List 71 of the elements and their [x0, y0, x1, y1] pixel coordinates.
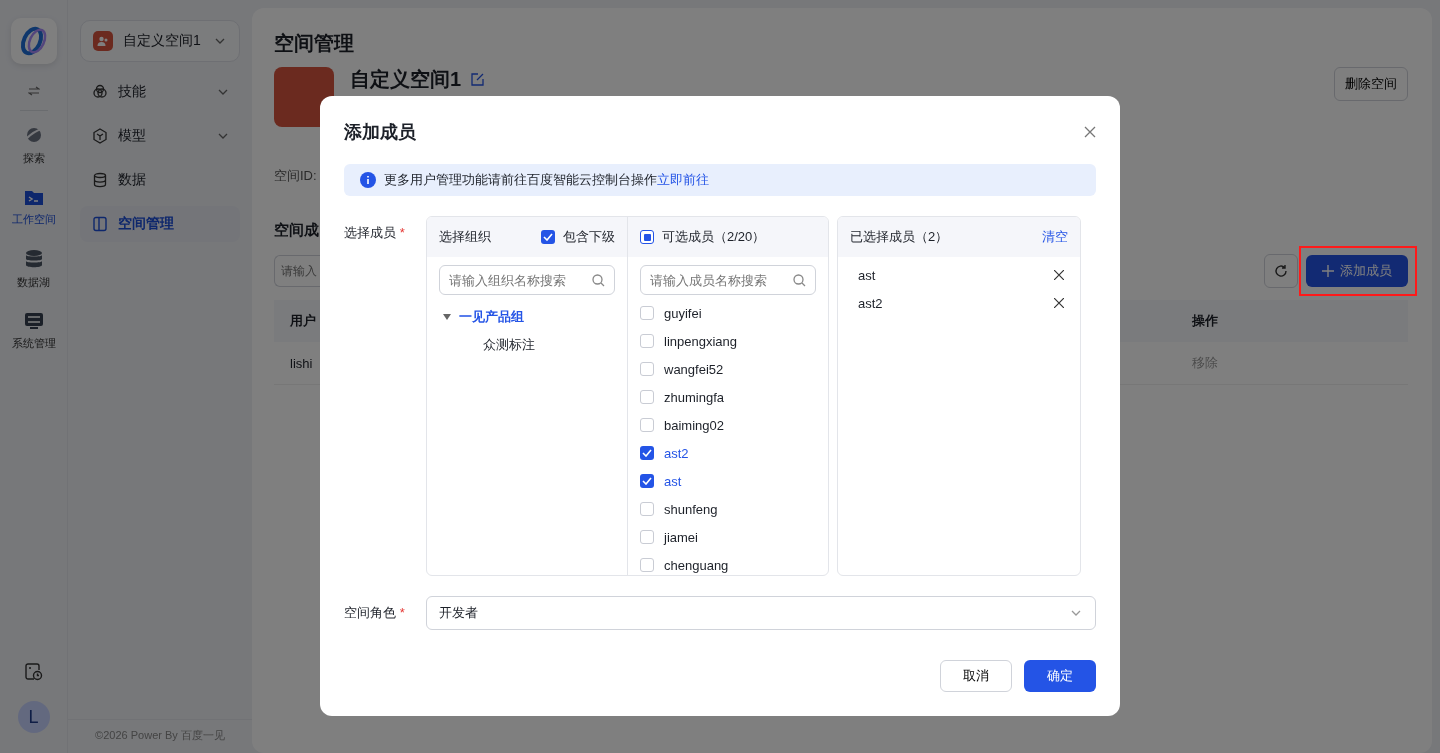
rail-item[interactable]: 系统管理 [11, 312, 56, 351]
column-title: 选择组织 [439, 228, 492, 246]
search-field[interactable]: 请输入组织名称搜索 [439, 265, 615, 295]
checkbox[interactable] [541, 230, 555, 244]
notice-text: 更多用户管理功能请前往百度智能云控制台操作立即前往 [384, 171, 709, 189]
member-option[interactable]: guyifei [628, 299, 828, 327]
member-option[interactable]: ast2 [628, 439, 828, 467]
search-icon [592, 274, 605, 287]
close-icon[interactable] [1054, 298, 1064, 308]
search-icon [793, 274, 806, 287]
chevron-down-icon [215, 38, 225, 44]
member-option[interactable]: wangfei52 [628, 355, 828, 383]
member-option[interactable]: zhumingfa [628, 383, 828, 411]
space-avatar [274, 67, 334, 127]
space-id-label: 空间ID: [274, 167, 317, 185]
member-option[interactable]: jiamei [628, 523, 828, 551]
checkbox[interactable] [640, 474, 654, 488]
group-icon [93, 31, 113, 51]
checkbox-label[interactable]: 包含下级 [563, 228, 615, 246]
info-icon [360, 172, 376, 188]
column-title: 已选择成员（2） [850, 228, 950, 246]
field-label: 空间角色 [344, 605, 396, 620]
page-title: 空间管理 [274, 31, 355, 56]
required-mark: * [399, 605, 405, 620]
required-mark: * [399, 225, 405, 240]
close-icon[interactable] [1054, 270, 1064, 280]
dialog-title: 添加成员 [344, 121, 416, 144]
section-title: 空间成 [274, 221, 319, 240]
add-member-button[interactable]: 添加成员 [1306, 255, 1408, 287]
settings-panel-icon [23, 312, 44, 330]
folder-icon [23, 188, 44, 206]
member-option[interactable]: baiming02 [628, 411, 828, 439]
sidebar-item[interactable]: 模型 [80, 118, 240, 154]
refresh-button[interactable] [1264, 254, 1298, 288]
tree-node[interactable]: 一见产品组 [427, 303, 627, 331]
rail-item[interactable]: 数据湖 [17, 249, 50, 290]
panel-icon [92, 216, 108, 232]
selected-member: ast [858, 267, 876, 283]
member-option[interactable]: chenguang [628, 551, 828, 575]
field-label: 选择成员 [344, 225, 396, 240]
confirm-button[interactable]: 确定 [1024, 660, 1096, 692]
edit-icon[interactable] [471, 72, 486, 86]
member-option[interactable]: shunfeng [628, 495, 828, 523]
column-header: 操作 [1176, 300, 1408, 342]
rail-item[interactable]: 工作空间 [11, 188, 56, 227]
delete-space-button[interactable]: 删除空间 [1334, 67, 1408, 101]
refresh-icon [1274, 264, 1288, 278]
link[interactable]: 立即前往 [657, 172, 709, 187]
checkbox[interactable] [640, 230, 654, 244]
plus-icon [1322, 265, 1334, 277]
chevron-down-icon [1071, 610, 1081, 616]
sidebar-item[interactable]: 数据 [80, 162, 240, 198]
database-icon [92, 172, 108, 188]
cube-icon [92, 128, 108, 144]
space-selector[interactable]: 自定义空间1 [80, 20, 240, 62]
caret-icon[interactable] [443, 314, 451, 320]
checkbox[interactable] [640, 446, 654, 460]
role-select[interactable]: 开发者 [426, 596, 1096, 630]
switch-icon[interactable] [27, 86, 40, 96]
space-name: 自定义空间1 [350, 67, 462, 91]
app-logo [10, 18, 57, 64]
search-field[interactable]: 请输入 [274, 255, 320, 287]
rail-item[interactable]: 探索 [22, 125, 45, 166]
member-option[interactable]: ast [628, 467, 828, 495]
column-title: 可选成员（2/20） [662, 228, 767, 246]
sidebar-item[interactable]: 技能 [80, 74, 240, 110]
cancel-button[interactable]: 取消 [940, 660, 1012, 692]
database-icon [24, 249, 43, 269]
search-field[interactable]: 请输入成员名称搜索 [640, 265, 816, 295]
clear-link[interactable]: 清空 [1042, 228, 1068, 246]
calendar-clock-icon[interactable] [24, 663, 43, 681]
